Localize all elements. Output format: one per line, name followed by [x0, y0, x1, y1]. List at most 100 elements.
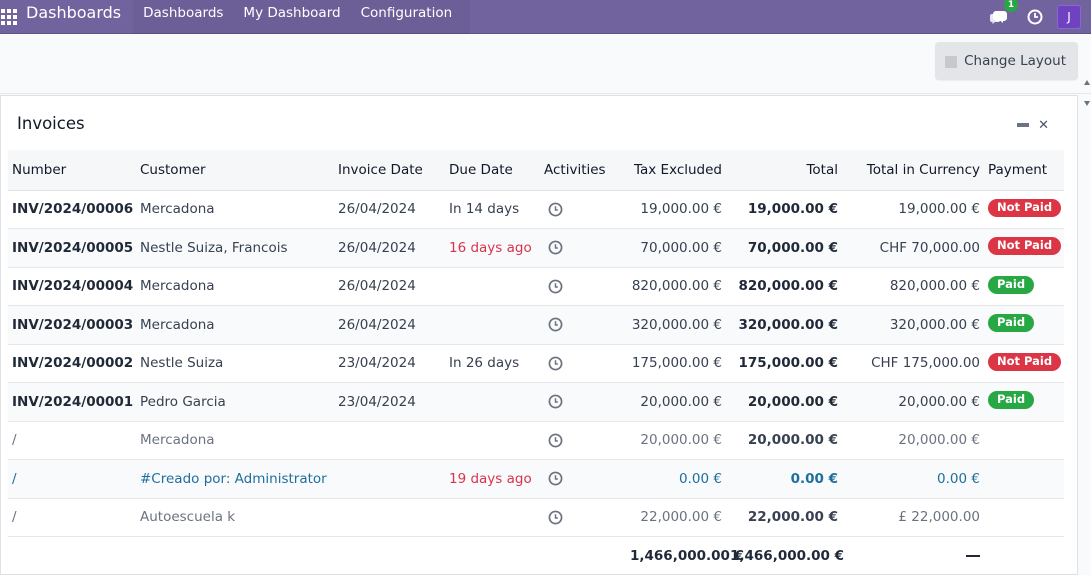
table-row[interactable]: INV/2024/00006 Mercadona 26/04/2024 In 1… — [8, 190, 1064, 229]
chat-icon — [990, 10, 1007, 24]
column-header-invoice-date[interactable]: Invoice Date — [334, 150, 445, 191]
cell-total-currency: 0.00 € — [842, 459, 984, 499]
column-header-number[interactable]: Number — [8, 150, 136, 191]
messaging-button[interactable]: 1 — [985, 0, 1018, 34]
cell-invoice-date: 26/04/2024 — [334, 305, 445, 345]
table-row[interactable]: INV/2024/00003 Mercadona 26/04/2024 320,… — [8, 305, 1064, 345]
cell-invoice-date — [334, 459, 445, 499]
cell-total-currency: 19,000.00 € — [842, 190, 984, 229]
cell-payment: Not Paid — [984, 228, 1064, 268]
table-header: Number Customer Invoice Date Due Date Ac… — [8, 150, 1064, 191]
payment-status-badge: Not Paid — [988, 352, 1062, 371]
cell-due-date — [445, 267, 540, 306]
control-panel: Change Layout — [0, 34, 1091, 106]
cell-activities — [540, 344, 626, 383]
footer-total-sum: 1,466,000.00 € — [730, 547, 845, 564]
column-header-total-currency[interactable]: Total in Currency — [842, 150, 984, 191]
change-layout-label: Change Layout — [964, 53, 1066, 69]
table-row[interactable]: INV/2024/00005 Nestle Suiza, Francois 26… — [8, 228, 1064, 268]
cell-customer: Mercadona — [136, 421, 334, 460]
cell-activities — [540, 498, 626, 537]
column-header-payment[interactable]: Payment — [984, 150, 1064, 191]
cell-tax-excluded: 0.00 € — [626, 459, 726, 499]
activity-clock-icon[interactable] — [548, 279, 563, 294]
payment-status-badge: Not Paid — [988, 198, 1062, 217]
cell-number: INV/2024/00004 — [8, 267, 136, 306]
cell-number: / — [8, 421, 136, 460]
cell-tax-excluded: 20,000.00 € — [626, 421, 726, 460]
cell-activities — [540, 228, 626, 268]
nav-item-configuration[interactable]: Configuration — [351, 0, 463, 34]
cell-activities — [540, 267, 626, 306]
activity-button[interactable] — [1023, 0, 1047, 34]
cell-tax-excluded: 820,000.00 € — [626, 267, 726, 306]
cell-tax-excluded: 70,000.00 € — [626, 228, 726, 268]
cell-payment: Not Paid — [984, 344, 1064, 383]
cell-total: 820,000.00 € — [726, 267, 842, 306]
column-header-total[interactable]: Total — [726, 150, 842, 191]
cell-number: INV/2024/00001 — [8, 382, 136, 422]
cell-customer: #Creado por: Administrator — [136, 459, 334, 499]
cell-total-currency: 20,000.00 € — [842, 382, 984, 422]
column-header-activities[interactable]: Activities — [540, 150, 626, 191]
nav-menu: Dashboards My Dashboard Configuration — [133, 0, 471, 34]
cell-due-date: In 26 days — [445, 344, 540, 383]
activity-clock-icon[interactable] — [548, 356, 563, 371]
table-row[interactable]: INV/2024/00001 Pedro Garcia 23/04/2024 2… — [8, 382, 1064, 422]
table-row[interactable]: / #Creado por: Administrator 19 days ago… — [8, 459, 1064, 499]
table-row[interactable]: INV/2024/00002 Nestle Suiza 23/04/2024 I… — [8, 344, 1064, 383]
table-row[interactable]: / Autoescuela k 22,000.00 € 22,000.00 € … — [8, 498, 1064, 537]
nav-item-dashboards[interactable]: Dashboards — [133, 0, 233, 34]
cell-total-currency: 820,000.00 € — [842, 267, 984, 306]
invoices-table: Number Customer Invoice Date Due Date Ac… — [8, 150, 1064, 574]
app-brand[interactable]: Dashboards — [26, 0, 121, 34]
user-avatar[interactable]: J — [1057, 4, 1081, 29]
table-row[interactable]: INV/2024/00004 Mercadona 26/04/2024 820,… — [8, 267, 1064, 306]
table-row[interactable]: / Mercadona 20,000.00 € 20,000.00 € 20,0… — [8, 421, 1064, 460]
activity-clock-icon[interactable] — [548, 510, 563, 525]
column-header-due-date[interactable]: Due Date — [445, 150, 540, 191]
cell-invoice-date: 23/04/2024 — [334, 344, 445, 383]
column-header-tax-excluded[interactable]: Tax Excluded — [626, 150, 726, 191]
activity-clock-icon[interactable] — [548, 471, 563, 486]
cell-activities — [540, 382, 626, 422]
activity-clock-icon[interactable] — [548, 433, 563, 448]
activity-clock-icon[interactable] — [548, 317, 563, 332]
cell-due-date — [445, 382, 540, 422]
apps-menu-icon[interactable] — [0, 0, 24, 34]
table-footer: 1,466,000.00 € 1,466,000.00 € — [8, 537, 1064, 575]
cell-number: INV/2024/00002 — [8, 344, 136, 383]
cell-total-currency: 20,000.00 € — [842, 421, 984, 460]
cell-total: 20,000.00 € — [726, 421, 842, 460]
cell-invoice-date: 23/04/2024 — [334, 382, 445, 422]
activity-clock-icon[interactable] — [548, 394, 563, 409]
cell-customer: Nestle Suiza, Francois — [136, 228, 334, 268]
cell-customer: Mercadona — [136, 190, 334, 229]
cell-invoice-date: 26/04/2024 — [334, 190, 445, 229]
cell-total: 320,000.00 € — [726, 305, 842, 345]
cell-due-date: 19 days ago — [445, 459, 540, 499]
change-layout-button[interactable]: Change Layout — [935, 42, 1078, 80]
cell-customer: Nestle Suiza — [136, 344, 334, 383]
nav-item-my-dashboard[interactable]: My Dashboard — [233, 0, 350, 34]
payment-status-badge: Not Paid — [988, 237, 1062, 256]
activity-clock-icon[interactable] — [548, 240, 563, 255]
cell-total-currency: CHF 70,000.00 — [842, 228, 984, 268]
cell-total: 22,000.00 € — [726, 498, 842, 537]
cell-number: INV/2024/00003 — [8, 305, 136, 345]
cell-payment — [984, 421, 1064, 460]
close-icon[interactable]: ✕ — [1038, 118, 1049, 133]
cell-invoice-date: 26/04/2024 — [334, 267, 445, 306]
cell-payment — [984, 459, 1064, 499]
cell-payment: Paid — [984, 267, 1064, 306]
column-header-customer[interactable]: Customer — [136, 150, 334, 191]
cell-activities — [540, 459, 626, 499]
activity-clock-icon[interactable] — [548, 202, 563, 217]
layout-icon — [945, 56, 958, 68]
cell-due-date — [445, 305, 540, 345]
cell-number: INV/2024/00006 — [8, 190, 136, 229]
cell-customer: Pedro Garcia — [136, 382, 334, 422]
footer-total-currency-sum — [842, 537, 984, 575]
minimize-icon[interactable] — [1017, 123, 1029, 127]
scrollbar[interactable] — [1083, 78, 1091, 108]
